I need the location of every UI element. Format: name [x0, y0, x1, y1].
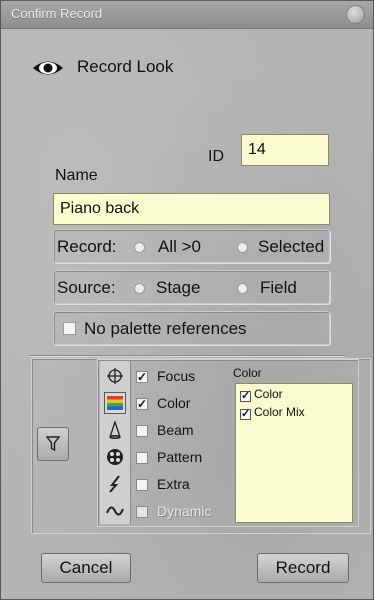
confirm-record-window: Confirm Record Record Look ID Name Recor… [0, 0, 374, 600]
record-button[interactable]: Record [257, 553, 349, 583]
cancel-button[interactable]: Cancel [41, 553, 131, 583]
title-bar[interactable]: Confirm Record [1, 1, 373, 29]
source-group: Source: Stage Field [53, 270, 330, 304]
beam-checkbox[interactable] [136, 425, 148, 437]
window-title: Confirm Record [11, 6, 103, 21]
subpanel-title: Color [233, 366, 262, 380]
filter-button[interactable] [37, 427, 69, 461]
divider [29, 355, 345, 357]
category-color[interactable]: Color [157, 395, 190, 411]
radio-field[interactable] [237, 283, 248, 294]
subitem-color-checkbox[interactable]: ✓ [240, 391, 251, 402]
radio-all-gt-0[interactable] [134, 242, 145, 253]
source-label: Source: [57, 278, 116, 297]
category-extra[interactable]: Extra [157, 476, 190, 492]
radio-selected[interactable] [237, 242, 248, 253]
wave-icon[interactable] [104, 500, 126, 522]
record-option-selected[interactable]: Selected [258, 237, 324, 257]
source-option-stage[interactable]: Stage [156, 278, 200, 298]
radio-stage[interactable] [134, 283, 145, 294]
subitem-color-label: Color [254, 387, 283, 401]
record-label: Record: [57, 237, 117, 256]
pattern-checkbox[interactable] [136, 452, 148, 464]
record-mode-group: Record: All >0 Selected [53, 229, 330, 263]
id-field[interactable] [241, 134, 329, 166]
dynamic-checkbox[interactable] [136, 506, 148, 518]
palette-option-group: No palette references [53, 311, 330, 345]
source-option-field[interactable]: Field [260, 278, 297, 298]
subitem-color-mix-label: Color Mix [254, 405, 305, 419]
gobo-pattern-icon[interactable] [104, 446, 126, 468]
no-palette-checkbox[interactable] [63, 322, 76, 335]
color-icon[interactable] [104, 392, 126, 414]
beam-icon[interactable] [104, 419, 126, 441]
eye-icon [33, 61, 63, 75]
color-subpanel: ✓ Color ✓ Color Mix [235, 383, 353, 523]
record-option-all[interactable]: All >0 [158, 237, 201, 257]
subitem-color-mix[interactable]: ✓ Color Mix [240, 405, 305, 420]
extra-checkbox[interactable] [136, 479, 148, 491]
color-checkbox[interactable]: ✓ [136, 398, 148, 410]
filter-funnel-icon [46, 436, 60, 452]
category-focus[interactable]: Focus [157, 368, 195, 384]
subitem-color[interactable]: ✓ Color [240, 387, 283, 402]
lightning-icon[interactable] [104, 473, 126, 495]
name-field[interactable] [53, 193, 330, 225]
id-label: ID [208, 148, 224, 165]
name-label: Name [55, 167, 98, 184]
category-dynamic[interactable]: Dynamic [157, 503, 211, 519]
no-palette-label[interactable]: No palette references [84, 319, 247, 339]
category-pattern[interactable]: Pattern [157, 449, 202, 465]
window-close-button[interactable] [346, 5, 365, 24]
dialog-heading: Record Look [77, 57, 174, 76]
focus-checkbox[interactable]: ✓ [136, 371, 148, 383]
category-beam[interactable]: Beam [157, 422, 194, 438]
subitem-color-mix-checkbox[interactable]: ✓ [240, 409, 251, 420]
crosshair-icon[interactable] [104, 365, 126, 387]
